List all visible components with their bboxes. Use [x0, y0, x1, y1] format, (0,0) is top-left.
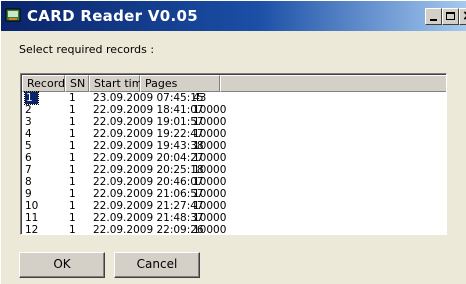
pages-cell: 10000	[193, 140, 227, 152]
pages-cell: 10000	[193, 188, 227, 200]
pages-cell: 10000	[193, 212, 227, 224]
list-row[interactable]: 5 1 22.09.2009 19:43:38 10000	[22, 140, 446, 152]
maximize-icon	[446, 12, 455, 20]
column-header-pages[interactable]: Pages	[140, 75, 220, 92]
record-cell: 12	[25, 224, 39, 235]
sn-cell: 1	[69, 152, 76, 164]
sn-cell: 1	[69, 164, 76, 176]
record-cell: 10	[25, 200, 39, 212]
sn-cell: 1	[69, 188, 76, 200]
records-list[interactable]: Record SN Start time Pages 1 1 23.09.2009 …	[20, 73, 447, 235]
record-cell: 6	[25, 152, 32, 164]
pages-cell: 10000	[193, 164, 227, 176]
list-row[interactable]: 10 1 22.09.2009 21:27:47 10000	[22, 200, 446, 212]
list-rows: 1 1 23.09.2009 07:45:15 43 2 1 22.09.2009 18:4…	[22, 91, 446, 235]
pages-cell: 10000	[193, 200, 227, 212]
pages-cell: 10000	[193, 176, 227, 188]
window-title: CARD Reader V0.05	[27, 7, 198, 25]
column-header-empty	[220, 75, 446, 92]
sn-cell: 1	[69, 116, 76, 128]
record-cell: 3	[25, 116, 32, 128]
selected-record-highlight: 1	[24, 91, 39, 105]
card-reader-app-icon	[5, 8, 21, 22]
list-row[interactable]: 6 1 22.09.2009 20:04:27 10000	[22, 152, 446, 164]
start-time-cell: 22.09.2009 20:46:07	[93, 176, 204, 188]
pages-cell: 10000	[193, 116, 227, 128]
pages-cell: 43	[193, 92, 207, 104]
sn-cell: 1	[69, 176, 76, 188]
ok-button[interactable]: OK	[19, 252, 105, 278]
list-header: Record SN Start time Pages	[22, 75, 446, 92]
list-row[interactable]: 1 1 23.09.2009 07:45:15 43	[22, 91, 446, 105]
record-cell: 2	[25, 104, 32, 116]
start-time-cell: 22.09.2009 19:01:57	[93, 116, 204, 128]
close-icon: ×	[462, 9, 466, 24]
minimize-button[interactable]	[425, 8, 442, 25]
start-time-cell: 22.09.2009 19:22:47	[93, 128, 204, 140]
start-time-cell: 22.09.2009 21:06:57	[93, 188, 204, 200]
records-list-inner: Record SN Start time Pages 1 1 23.09.2009 …	[21, 74, 446, 234]
sn-cell: 1	[69, 92, 76, 104]
column-header-start-time[interactable]: Start time	[89, 75, 149, 92]
pages-cell: 10000	[193, 224, 227, 235]
record-cell: 7	[25, 164, 32, 176]
list-row[interactable]: 2 1 22.09.2009 18:41:07 10000	[22, 104, 446, 116]
list-row[interactable]: 8 1 22.09.2009 20:46:07 10000	[22, 176, 446, 188]
card-reader-window: CARD Reader V0.05 × Select required reco…	[0, 0, 466, 284]
record-cell: 1	[24, 91, 39, 105]
pages-cell: 10000	[193, 128, 227, 140]
start-time-cell: 22.09.2009 21:48:37	[93, 212, 204, 224]
column-header-sn[interactable]: SN	[65, 75, 89, 92]
list-row[interactable]: 4 1 22.09.2009 19:22:47 10000	[22, 128, 446, 140]
close-button[interactable]: ×	[459, 8, 466, 25]
maximize-button[interactable]	[442, 8, 459, 25]
start-time-cell: 22.09.2009 22:09:26	[93, 224, 204, 235]
sn-cell: 1	[69, 140, 76, 152]
start-time-cell: 22.09.2009 20:25:18	[93, 164, 204, 176]
record-cell: 9	[25, 188, 32, 200]
start-time-cell: 22.09.2009 21:27:47	[93, 200, 204, 212]
sn-cell: 1	[69, 200, 76, 212]
minimize-icon	[430, 19, 437, 21]
select-records-prompt: Select required records :	[19, 43, 155, 56]
sn-cell: 1	[69, 128, 76, 140]
sn-cell: 1	[69, 224, 76, 235]
sn-cell: 1	[69, 104, 76, 116]
list-row[interactable]: 11 1 22.09.2009 21:48:37 10000	[22, 212, 446, 224]
list-row[interactable]: 12 1 22.09.2009 22:09:26 10000	[22, 224, 446, 235]
list-row[interactable]: 9 1 22.09.2009 21:06:57 10000	[22, 188, 446, 200]
record-cell: 8	[25, 176, 32, 188]
record-cell: 5	[25, 140, 32, 152]
sn-cell: 1	[69, 212, 76, 224]
start-time-cell: 22.09.2009 18:41:07	[93, 104, 204, 116]
column-header-record[interactable]: Record	[22, 75, 65, 92]
list-row[interactable]: 3 1 22.09.2009 19:01:57 10000	[22, 116, 446, 128]
record-cell: 4	[25, 128, 32, 140]
pages-cell: 10000	[193, 152, 227, 164]
record-cell: 11	[25, 212, 39, 224]
pages-cell: 10000	[193, 104, 227, 116]
title-bar[interactable]: CARD Reader V0.05 ×	[1, 1, 466, 31]
start-time-cell: 22.09.2009 20:04:27	[93, 152, 204, 164]
start-time-cell: 22.09.2009 19:43:38	[93, 140, 204, 152]
cancel-button[interactable]: Cancel	[114, 252, 200, 278]
list-row[interactable]: 7 1 22.09.2009 20:25:18 10000	[22, 164, 446, 176]
start-time-cell: 23.09.2009 07:45:15	[93, 92, 204, 104]
